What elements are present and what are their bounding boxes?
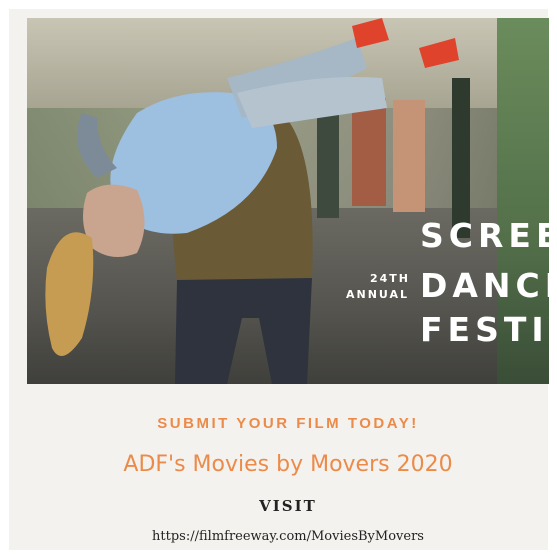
festival-line-screen: SCREEN: [420, 216, 549, 255]
submit-cta: SUBMIT YOUR FILM TODAY!: [157, 415, 419, 432]
event-headline: ADF's Movies by Movers 2020: [123, 452, 453, 477]
submission-url[interactable]: https://filmfreeway.com/MoviesByMovers: [27, 529, 549, 544]
festival-edition-word: ANNUAL: [346, 288, 410, 301]
dance-photo: SCREEN 24TH ANNUAL DANCE FESTIVAL: [27, 18, 549, 384]
festival-title-block: SCREEN 24TH ANNUAL DANCE FESTIVAL: [340, 212, 549, 349]
festival-edition-number: 24TH: [370, 272, 411, 285]
visit-label: VISIT: [259, 497, 317, 515]
festival-line-festival: FESTIVAL: [420, 310, 549, 349]
festival-line-dance: DANCE: [420, 266, 549, 305]
